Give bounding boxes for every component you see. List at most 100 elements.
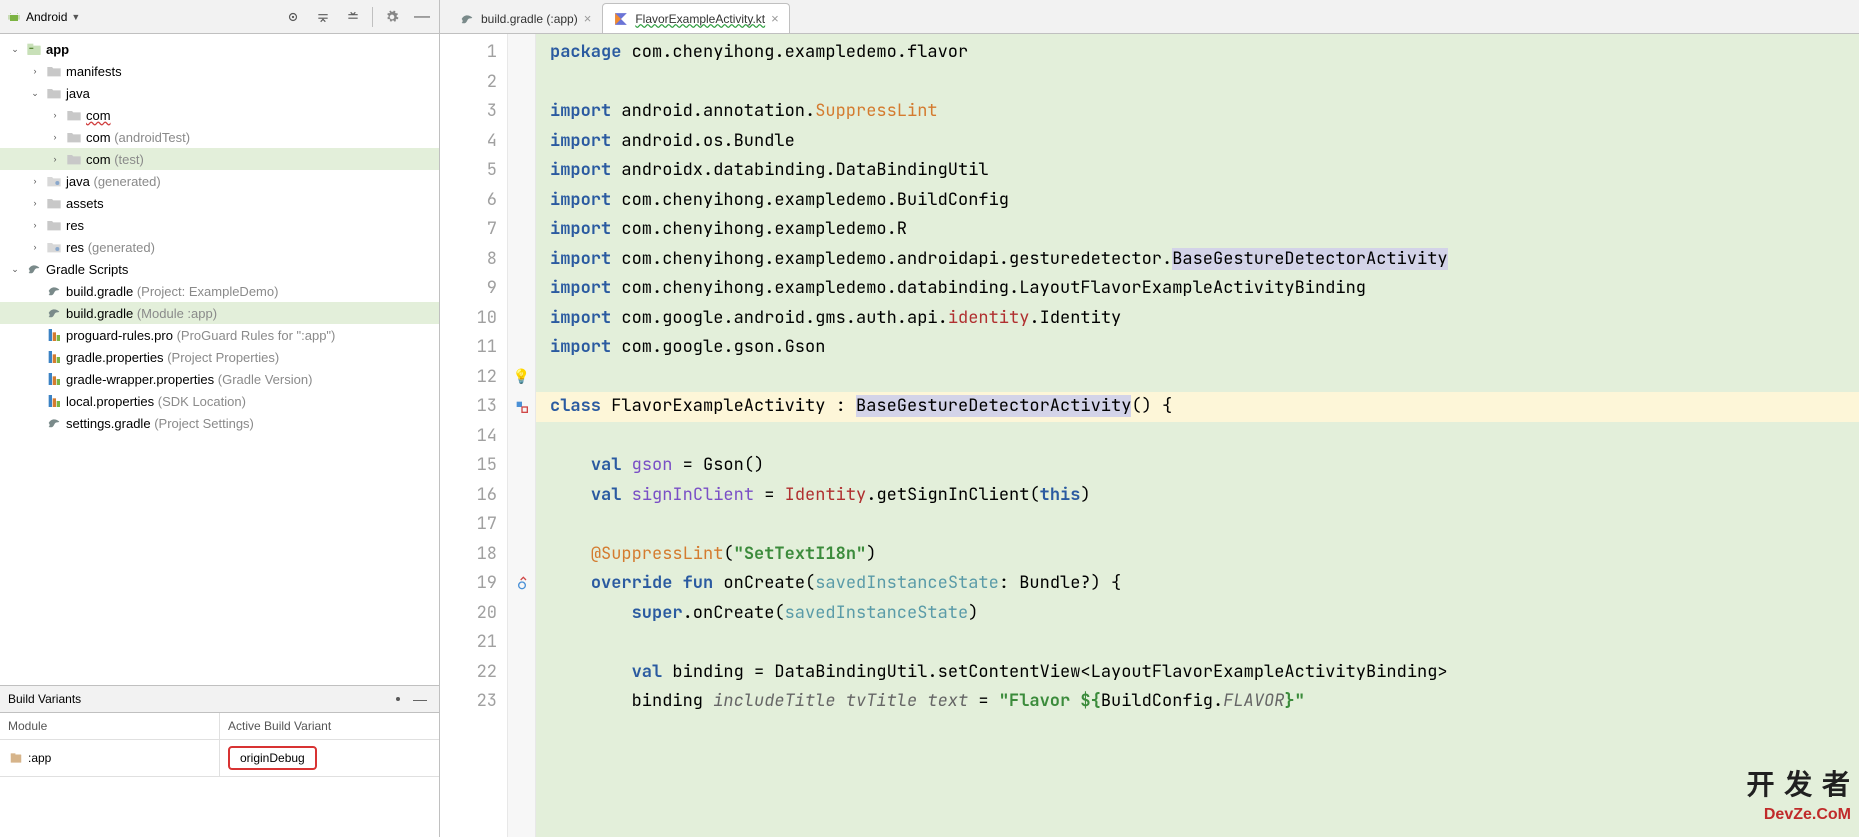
tree-item[interactable]: gradle.properties (Project Properties): [0, 346, 439, 368]
expander-icon[interactable]: ›: [28, 198, 42, 208]
expander-icon[interactable]: ⌄: [28, 88, 42, 99]
implements-icon[interactable]: [514, 399, 530, 415]
expander-icon[interactable]: ›: [48, 132, 62, 142]
line-number: 15: [440, 451, 507, 481]
tree-item[interactable]: › manifests: [0, 60, 439, 82]
code-line[interactable]: import com.chenyihong.exampledemo.databi…: [536, 274, 1859, 304]
expander-icon[interactable]: ›: [28, 242, 42, 252]
expander-icon[interactable]: ›: [48, 154, 62, 164]
expand-all-button[interactable]: [312, 6, 334, 28]
tree-item[interactable]: ›com (test): [0, 148, 439, 170]
line-number: 17: [440, 510, 507, 540]
tree-item-label: res (generated): [66, 240, 155, 255]
gutter-annotation: 💡: [508, 363, 535, 393]
tree-item[interactable]: ⌄app: [0, 38, 439, 60]
collapse-all-button[interactable]: [342, 6, 364, 28]
tree-item[interactable]: ⌄Gradle Scripts: [0, 258, 439, 280]
editor-tabs: build.gradle (:app)×FlavorExampleActivit…: [440, 0, 1859, 34]
code-line[interactable]: import androidx.databinding.DataBindingU…: [536, 156, 1859, 186]
code-line[interactable]: val binding = DataBindingUtil.setContent…: [536, 658, 1859, 688]
tree-item[interactable]: settings.gradle (Project Settings): [0, 412, 439, 434]
expander-icon[interactable]: ›: [28, 176, 42, 186]
line-number: 11: [440, 333, 507, 363]
bv-settings-button[interactable]: [387, 688, 409, 710]
line-number-gutter: 1234567891011121314151617181920212223: [440, 34, 508, 837]
line-number: 21: [440, 628, 507, 658]
code-line[interactable]: super.onCreate(savedInstanceState): [536, 599, 1859, 629]
tree-item[interactable]: › assets: [0, 192, 439, 214]
gradle-icon: [46, 305, 62, 321]
code-line[interactable]: [536, 68, 1859, 98]
code-line[interactable]: import com.chenyihong.exampledemo.androi…: [536, 245, 1859, 275]
editor-tab[interactable]: FlavorExampleActivity.kt×: [602, 3, 789, 33]
override-icon[interactable]: [514, 576, 530, 592]
tree-item-label: gradle-wrapper.properties (Gradle Versio…: [66, 372, 312, 387]
code-line[interactable]: import android.annotation.SuppressLint: [536, 97, 1859, 127]
code-editor[interactable]: 1234567891011121314151617181920212223 💡 …: [440, 34, 1859, 837]
bv-hide-button[interactable]: —: [409, 688, 431, 710]
gutter-annotation: [508, 38, 535, 68]
bulb-icon[interactable]: 💡: [513, 363, 530, 393]
project-view-selector[interactable]: Android ▼: [6, 9, 80, 25]
tree-item[interactable]: ›com (androidTest): [0, 126, 439, 148]
tree-item[interactable]: ›res: [0, 214, 439, 236]
code-line[interactable]: override fun onCreate(savedInstanceState…: [536, 569, 1859, 599]
tree-item[interactable]: local.properties (SDK Location): [0, 390, 439, 412]
settings-button[interactable]: [381, 6, 403, 28]
code-line[interactable]: binding includeTitle tvTitle text = "Fla…: [536, 687, 1859, 717]
code-line[interactable]: import com.chenyihong.exampledemo.BuildC…: [536, 186, 1859, 216]
expander-icon[interactable]: ⌄: [8, 264, 22, 275]
tree-item[interactable]: build.gradle (Project: ExampleDemo): [0, 280, 439, 302]
tree-item[interactable]: build.gradle (Module :app): [0, 302, 439, 324]
code-line[interactable]: [536, 628, 1859, 658]
tree-item-label: assets: [66, 196, 104, 211]
close-icon[interactable]: ×: [771, 11, 779, 26]
code-line[interactable]: import com.google.gson.Gson: [536, 333, 1859, 363]
code-line[interactable]: class FlavorExampleActivity : BaseGestur…: [536, 392, 1859, 422]
props-icon: [46, 371, 62, 387]
tree-item[interactable]: ›java (generated): [0, 170, 439, 192]
gutter-annotation: [508, 215, 535, 245]
code-area[interactable]: package com.chenyihong.exampledemo.flavo…: [536, 34, 1859, 837]
select-opened-file-button[interactable]: [282, 6, 304, 28]
folder-gen-icon: [46, 173, 62, 189]
project-tree[interactable]: ⌄app › manifests ⌄ java ›com›com (androidTest…: [0, 34, 439, 685]
editor-tab[interactable]: build.gradle (:app)×: [448, 3, 602, 33]
project-toolbar: Android ▼ —: [0, 0, 439, 34]
tree-item[interactable]: ›com: [0, 104, 439, 126]
code-line[interactable]: [536, 510, 1859, 540]
close-icon[interactable]: ×: [584, 11, 592, 26]
gutter-annotation: [508, 628, 535, 658]
hide-button[interactable]: —: [411, 6, 433, 28]
code-line[interactable]: import com.google.android.gms.auth.api.i…: [536, 304, 1859, 334]
code-line[interactable]: val gson = Gson(): [536, 451, 1859, 481]
props-icon: [46, 349, 62, 365]
expander-icon[interactable]: ›: [28, 220, 42, 230]
tree-item-label: java: [66, 86, 90, 101]
gutter-annotation: [508, 156, 535, 186]
code-line[interactable]: @SuppressLint("SetTextI18n"): [536, 540, 1859, 570]
tree-item-label: manifests: [66, 64, 122, 79]
code-line[interactable]: import android.os.Bundle: [536, 127, 1859, 157]
folder-icon: [46, 217, 62, 233]
tree-item[interactable]: proguard-rules.pro (ProGuard Rules for "…: [0, 324, 439, 346]
active-variant[interactable]: originDebug: [228, 746, 317, 770]
expander-icon[interactable]: ›: [28, 66, 42, 76]
tree-item[interactable]: ⌄ java: [0, 82, 439, 104]
expander-icon[interactable]: ›: [48, 110, 62, 120]
separator: [372, 7, 373, 27]
code-line[interactable]: val signInClient = Identity.getSignInCli…: [536, 481, 1859, 511]
code-line[interactable]: import com.chenyihong.exampledemo.R: [536, 215, 1859, 245]
column-module: Module: [0, 713, 220, 739]
tree-item[interactable]: gradle-wrapper.properties (Gradle Versio…: [0, 368, 439, 390]
code-line[interactable]: package com.chenyihong.exampledemo.flavo…: [536, 38, 1859, 68]
tree-item[interactable]: › res (generated): [0, 236, 439, 258]
line-number: 5: [440, 156, 507, 186]
cell-variant[interactable]: originDebug: [220, 740, 439, 776]
code-line[interactable]: [536, 363, 1859, 393]
code-line[interactable]: [536, 422, 1859, 452]
expander-icon[interactable]: ⌄: [8, 44, 22, 55]
gradle-icon: [46, 415, 62, 431]
folder-icon: [46, 195, 62, 211]
gutter-annotation: [508, 658, 535, 688]
